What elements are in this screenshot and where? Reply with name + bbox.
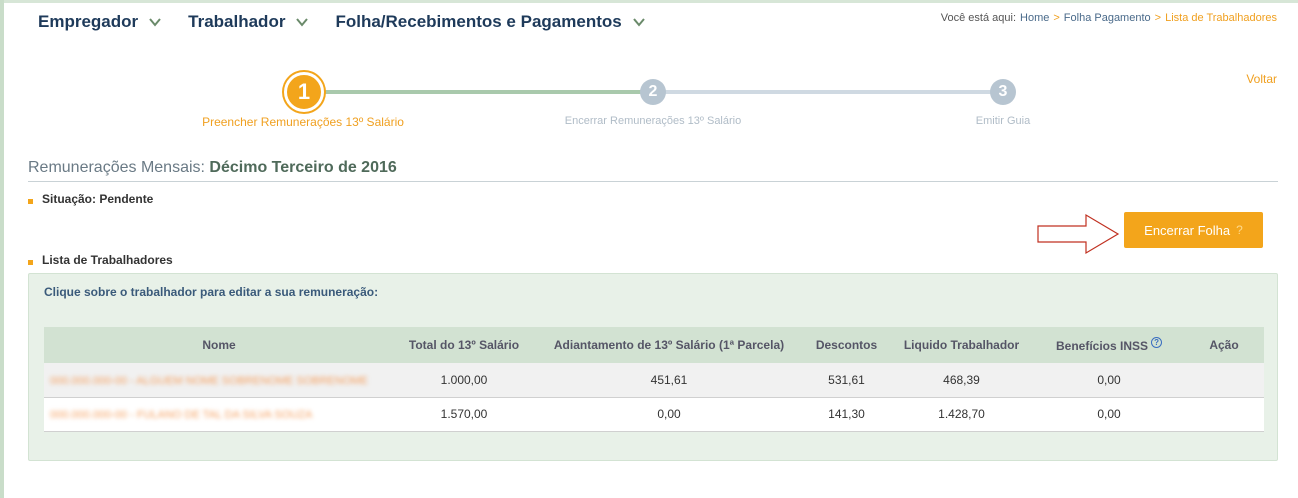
cell-acao — [1184, 397, 1264, 431]
col-acao: Ação — [1209, 338, 1239, 352]
encerrar-folha-button[interactable]: Encerrar Folha ? — [1124, 212, 1263, 248]
col-descontos: Descontos — [815, 338, 878, 352]
worker-name[interactable]: 000.000.000-00 - FULANO DE TAL DA SILVA … — [50, 409, 312, 421]
cell-adiantamento: 0,00 — [657, 407, 681, 421]
page-title-prefix: Remunerações Mensais: — [28, 159, 205, 176]
stepper-track-todo — [653, 90, 1003, 94]
chevron-down-icon — [296, 18, 309, 27]
table-row[interactable]: 000.000.000-00 - ALGUEM NOME SOBRENOME S… — [44, 363, 1264, 397]
breadcrumb-folha[interactable]: Folha Pagamento — [1064, 12, 1151, 24]
cell-nome[interactable]: 000.000.000-00 - FULANO DE TAL DA SILVA … — [44, 397, 394, 431]
stepper-track-done — [303, 90, 653, 94]
chevron-down-icon — [149, 18, 161, 27]
cell-adiantamento: 451,61 — [650, 372, 688, 387]
cell-acao — [1184, 363, 1264, 397]
situacao-text: Situação: Pendente — [42, 192, 154, 206]
bullet-icon — [28, 259, 33, 265]
cell-descontos: 531,61 — [828, 372, 865, 387]
step-1-label: Preencher Remunerações 13º Salário — [202, 115, 404, 129]
panel-hint: Clique sobre o trabalhador para editar a… — [44, 285, 379, 299]
info-icon[interactable]: ? — [1151, 337, 1163, 348]
cell-beneficios: 0,00 — [1097, 407, 1121, 421]
breadcrumb-separator: > — [1053, 12, 1060, 24]
nav-empregador[interactable]: Empregador — [38, 12, 162, 32]
workers-table: Nome Total do 13º Salário Adiantamento d… — [44, 327, 1264, 432]
situacao-status: Situação: Pendente — [28, 192, 153, 206]
step-2-label: Encerrar Remunerações 13º Salário — [564, 115, 742, 127]
page-title-main: Décimo Terceiro de 2016 — [209, 159, 397, 176]
chevron-down-icon — [632, 18, 645, 27]
nav-trabalhador[interactable]: Trabalhador — [188, 12, 309, 32]
lista-title: Lista de Trabalhadores — [42, 253, 173, 267]
cell-liquido: 1.428,70 — [938, 407, 985, 421]
step-2-circle: 2 — [640, 79, 666, 105]
nav-label: Empregador — [38, 12, 139, 31]
col-total: Total do 13º Salário — [408, 338, 520, 352]
col-adiantamento: Adiantamento de 13º Salário (1ª Parcela) — [553, 338, 785, 352]
encerrar-folha-label: Encerrar Folha — [1144, 222, 1231, 238]
col-beneficios: Benefícios INSS? — [1034, 327, 1184, 363]
table-row[interactable]: 000.000.000-00 - FULANO DE TAL DA SILVA … — [44, 397, 1264, 431]
cell-total: 1.000,00 — [440, 372, 488, 387]
worker-name[interactable]: 000.000.000-00 - ALGUEM NOME SOBRENOME S… — [50, 375, 368, 387]
bullet-icon — [28, 198, 33, 204]
col-nome: Nome — [202, 338, 236, 352]
cell-nome[interactable]: 000.000.000-00 - ALGUEM NOME SOBRENOME S… — [44, 363, 394, 397]
step-3-circle: 3 — [990, 79, 1016, 105]
breadcrumb-prefix: Você está aqui: — [940, 12, 1017, 24]
step-1-circle: 1 — [284, 72, 324, 112]
breadcrumb: Você está aqui: Home > Folha Pagamento >… — [941, 12, 1277, 24]
table-header-row: Nome Total do 13º Salário Adiantamento d… — [44, 327, 1264, 363]
col-liquido: Liquido Trabalhador — [903, 338, 1020, 352]
stepper: 1 2 3 Preencher Remunerações 13º Salário… — [0, 72, 1298, 135]
cell-descontos: 141,30 — [828, 407, 865, 421]
nav-label: Trabalhador — [188, 12, 286, 31]
step-3-label: Emitir Guia — [975, 115, 1031, 127]
top-nav: Empregador Trabalhador Folha/Recebimento… — [38, 12, 672, 32]
breadcrumb-current: Lista de Trabalhadores — [1165, 12, 1277, 24]
title-divider — [28, 181, 1278, 182]
cell-liquido: 468,39 — [943, 372, 980, 387]
col-beneficios-label: Benefícios INSS — [1055, 339, 1149, 353]
page-title: Remunerações Mensais: Décimo Terceiro de… — [28, 159, 397, 177]
cell-total: 1.570,00 — [440, 407, 488, 421]
help-icon[interactable]: ? — [1236, 223, 1243, 237]
breadcrumb-home[interactable]: Home — [1020, 12, 1049, 24]
cell-beneficios: 0,00 — [1097, 372, 1121, 387]
workers-panel: Clique sobre o trabalhador para editar a… — [28, 273, 1278, 461]
top-border — [0, 0, 1298, 3]
arrow-right-icon — [1037, 213, 1120, 255]
breadcrumb-separator: > — [1154, 12, 1162, 24]
lista-trabalhadores-heading: Lista de Trabalhadores — [28, 253, 173, 267]
nav-folha[interactable]: Folha/Recebimentos e Pagamentos — [335, 12, 645, 32]
nav-label: Folha/Recebimentos e Pagamentos — [335, 12, 622, 31]
